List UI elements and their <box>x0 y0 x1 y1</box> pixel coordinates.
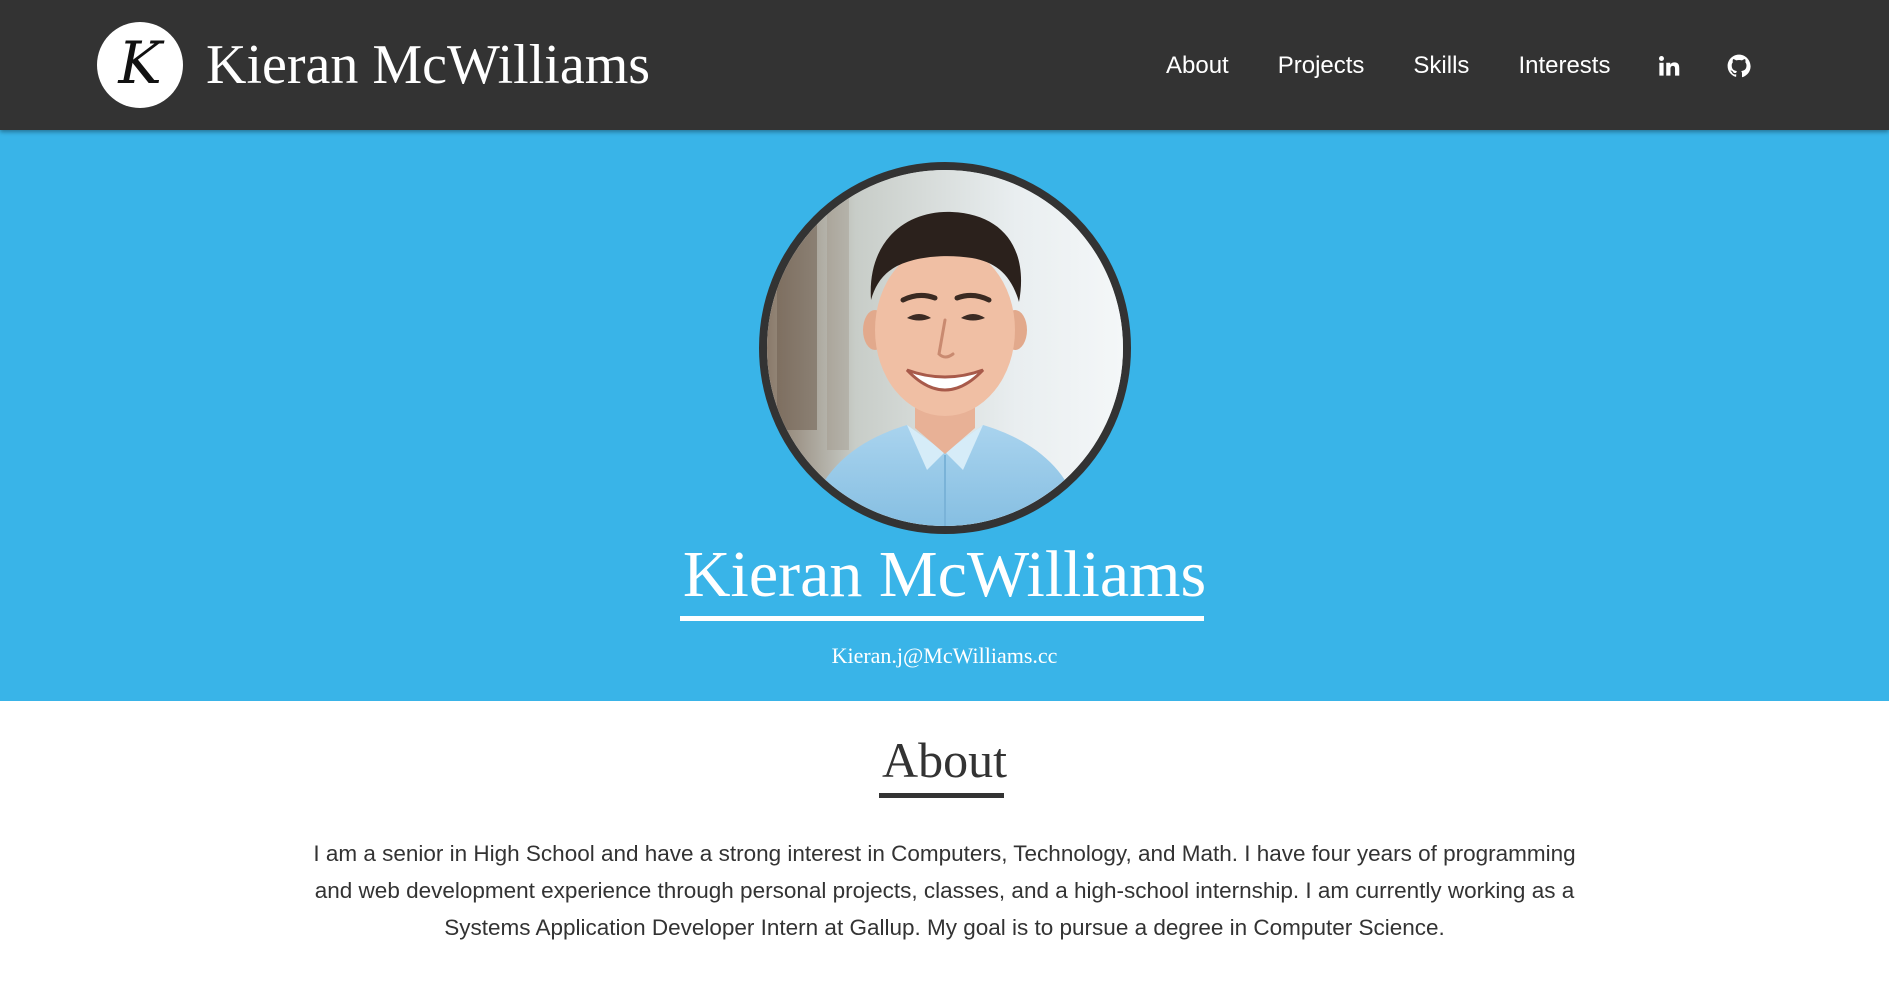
nav-links: About Projects Skills Interests <box>1166 44 1752 88</box>
linkedin-icon[interactable] <box>1656 53 1682 79</box>
profile-photo <box>759 162 1131 534</box>
navbar: K Kieran McWilliams About Projects Skill… <box>0 0 1889 130</box>
brand-logo-letter: K <box>118 29 162 97</box>
about-title: About <box>882 732 1007 788</box>
nav-link-projects[interactable]: Projects <box>1278 44 1365 88</box>
github-icon[interactable] <box>1726 53 1752 79</box>
nav-link-skills[interactable]: Skills <box>1413 44 1469 88</box>
hero-section: Kieran McWilliams Kieran.j@McWilliams.cc <box>0 130 1889 701</box>
about-title-underline <box>879 793 1004 798</box>
brand-name[interactable]: Kieran McWilliams <box>206 30 650 100</box>
hero-name: Kieran McWilliams <box>682 538 1207 611</box>
hero-name-underline <box>680 616 1204 621</box>
email-link[interactable]: Kieran.j@McWilliams.cc <box>0 640 1889 672</box>
nav-link-about[interactable]: About <box>1166 44 1229 88</box>
brand-logo[interactable]: K <box>97 22 183 108</box>
about-text: I am a senior in High School and have a … <box>313 841 1576 940</box>
nav-link-interests[interactable]: Interests <box>1518 44 1610 88</box>
